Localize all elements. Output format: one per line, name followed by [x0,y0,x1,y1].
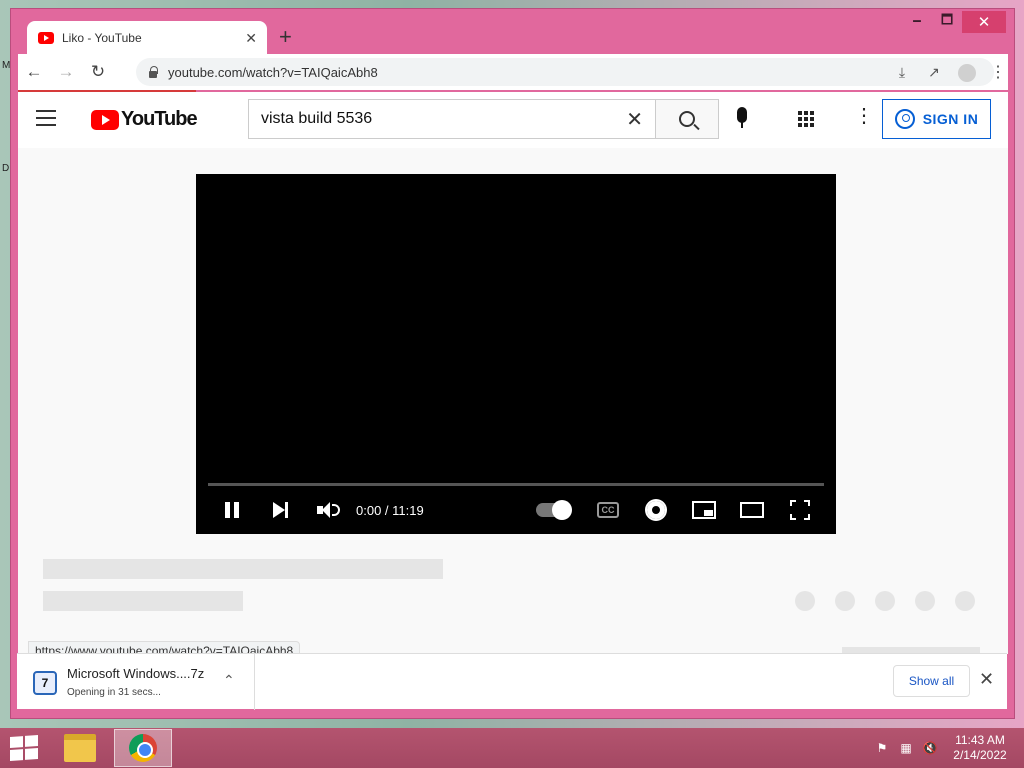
theater-mode-icon [740,502,764,518]
show-all-downloads-button[interactable]: Show all [893,665,970,697]
search-query[interactable]: vista build 5536 [261,110,626,128]
action-placeholder [875,591,895,611]
profile-avatar-icon[interactable] [958,64,976,82]
downloads-bar: 7 Microsoft Windows....7z Opening in 31 … [17,653,1007,710]
volume-button[interactable] [304,494,352,526]
sign-in-button[interactable]: SIGN IN [882,99,991,139]
youtube-favicon-icon [38,32,54,44]
meta-placeholder [43,591,243,611]
file-explorer-icon[interactable] [64,734,96,762]
next-video-button[interactable] [256,494,304,526]
sign-in-label: SIGN IN [922,111,979,127]
volume-muted-icon[interactable]: 🔇 [922,740,938,756]
title-placeholder [43,559,443,579]
maximize-button[interactable]: 🗖 [932,11,962,33]
fullscreen-icon [790,500,810,520]
download-file-name: Microsoft Windows....7z [67,666,205,681]
pause-icon [225,502,239,518]
youtube-play-logo-icon [91,109,119,130]
tab-close-icon[interactable]: ✕ [245,30,257,47]
window-controls: 🗕 🗖 ✕ [902,11,1006,33]
system-tray: ⚑ ▦ 🔇 [874,740,938,756]
reload-icon[interactable]: ↻ [82,62,114,82]
download-status: Opening in 31 secs... [67,687,161,698]
search-icon [679,111,695,127]
start-button[interactable] [10,735,38,761]
search-input[interactable]: vista build 5536 ✕ [248,99,656,139]
close-window-button[interactable]: ✕ [962,11,1006,33]
browser-window: 🗕 🗖 ✕ Liko - YouTube ✕ + ← → ↻ youtube.c… [10,8,1015,719]
desktop-icon-fragment[interactable]: D [2,163,9,174]
microphone-icon[interactable] [737,107,747,123]
youtube-logo[interactable]: YouTube [91,108,198,131]
action-placeholder [955,591,975,611]
theater-mode-button[interactable] [728,494,776,526]
clear-search-icon[interactable]: ✕ [626,107,643,132]
browser-toolbar: ← → ↻ youtube.com/watch?v=TAIQaicAbh8 ⤓ … [18,54,1008,90]
chrome-icon [129,734,157,762]
player-controls: 0:00 / 11:19 CC [208,494,824,526]
tab-title: Liko - YouTube [62,31,142,45]
pause-button[interactable] [208,494,256,526]
chrome-taskbar-button[interactable] [114,729,172,767]
install-app-icon[interactable]: ⤓ [886,64,918,81]
fullscreen-button[interactable] [776,494,824,526]
settings-button[interactable] [632,494,680,526]
closed-captions-icon: CC [597,502,619,518]
gear-icon [647,501,665,519]
browser-menu-icon[interactable]: ⋮ [990,62,1006,82]
share-icon[interactable]: ↗ [918,64,950,81]
lock-icon[interactable] [148,66,158,78]
clock-date: 2/14/2022 [953,748,1007,762]
autoplay-toggle[interactable] [536,500,572,520]
close-downloads-bar-icon[interactable]: ✕ [979,669,994,690]
video-progress-bar[interactable] [208,483,824,486]
action-placeholder [835,591,855,611]
microphone-stand [741,122,743,128]
chevron-up-icon[interactable]: ⌃ [223,672,235,689]
network-icon[interactable]: ▦ [898,740,914,756]
new-tab-button[interactable]: + [279,25,292,49]
url-text[interactable]: youtube.com/watch?v=TAIQaicAbh8 [168,65,886,80]
back-icon[interactable]: ← [18,62,50,82]
address-bar[interactable]: youtube.com/watch?v=TAIQaicAbh8 ⤓ ↗ ☆ [136,58,994,86]
action-center-flag-icon[interactable]: ⚑ [874,740,890,756]
action-placeholder [915,591,935,611]
web-page: YouTube vista build 5536 ✕ ⋮ SIGN IN 0:0… [18,92,1008,654]
action-placeholder [795,591,815,611]
youtube-header: YouTube vista build 5536 ✕ ⋮ SIGN IN [18,92,1008,148]
search-button[interactable] [655,99,719,139]
account-icon [894,109,915,129]
miniplayer-button[interactable] [680,494,728,526]
more-options-icon[interactable]: ⋮ [854,106,874,126]
subtitles-button[interactable]: CC [584,494,632,526]
video-time: 0:00 / 11:19 [356,502,424,518]
browser-tab[interactable]: Liko - YouTube ✕ [27,21,267,55]
taskbar: ⚑ ▦ 🔇 11:43 AM 2/14/2022 [0,728,1024,768]
archive-file-icon: 7 [33,671,57,695]
volume-icon [316,502,340,518]
miniplayer-icon [692,501,716,519]
video-player[interactable]: 0:00 / 11:19 CC [196,174,836,534]
clock-time: 11:43 AM [955,733,1005,747]
forward-icon[interactable]: → [50,62,82,82]
apps-grid-icon[interactable] [798,111,814,127]
minimize-button[interactable]: 🗕 [902,11,932,33]
hamburger-menu-icon[interactable] [36,110,56,131]
next-icon [273,502,288,518]
system-clock[interactable]: 11:43 AM 2/14/2022 [948,733,1012,763]
youtube-logo-text: YouTube [121,108,198,130]
download-item[interactable]: 7 Microsoft Windows....7z Opening in 31 … [17,654,255,710]
